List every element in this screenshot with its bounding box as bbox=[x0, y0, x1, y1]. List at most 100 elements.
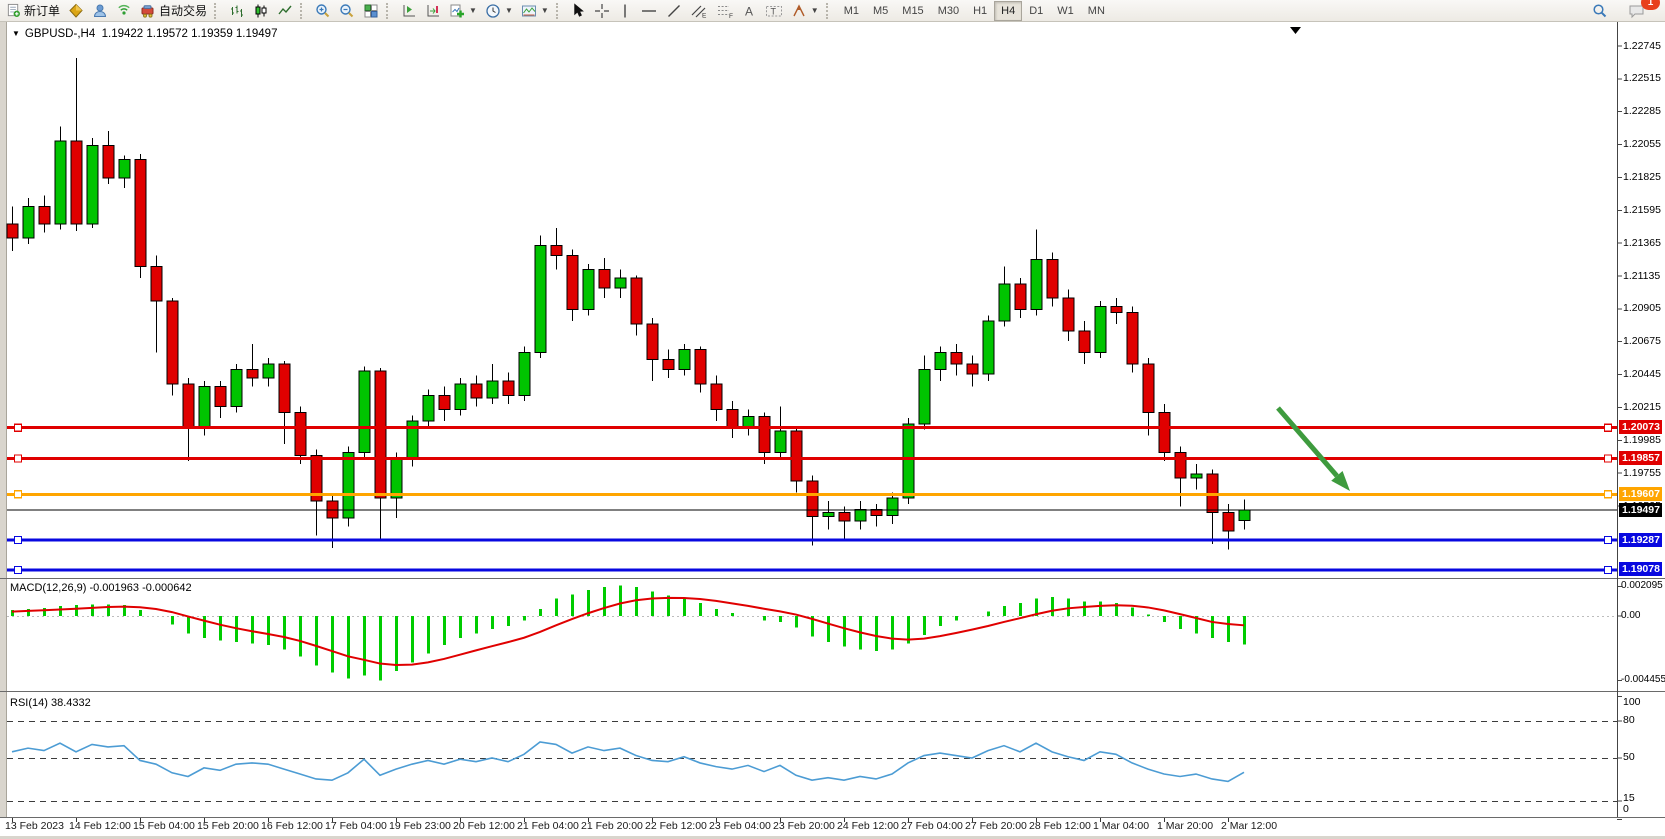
autotrading-button[interactable]: 自动交易 bbox=[136, 0, 211, 22]
new-order-button[interactable]: 新订单 bbox=[2, 0, 64, 22]
chart-dropdown-icon[interactable]: ▼ bbox=[12, 29, 20, 38]
line-handle[interactable] bbox=[15, 455, 22, 462]
text-button[interactable]: A bbox=[738, 0, 761, 22]
line-handle[interactable] bbox=[1605, 455, 1612, 462]
templates-icon bbox=[521, 3, 537, 19]
candle-body bbox=[295, 412, 306, 455]
chart-forward-icon bbox=[401, 3, 417, 19]
notifications-button[interactable]: 1 bbox=[1624, 0, 1649, 22]
candle-body bbox=[1095, 307, 1106, 353]
candle-body bbox=[439, 395, 450, 409]
crosshair-button[interactable] bbox=[590, 0, 614, 22]
zoom-out-icon bbox=[339, 3, 355, 19]
candle-chart-button[interactable] bbox=[249, 0, 273, 22]
tab-timeframe-m5[interactable]: M5 bbox=[866, 1, 895, 21]
horizontal-line-icon bbox=[640, 3, 658, 19]
tab-timeframe-mn[interactable]: MN bbox=[1081, 1, 1112, 21]
candle-body bbox=[535, 245, 546, 352]
line-handle[interactable] bbox=[1605, 537, 1612, 544]
new-order-icon bbox=[6, 3, 21, 18]
line-handle[interactable] bbox=[15, 537, 22, 544]
cursor-button[interactable] bbox=[567, 0, 590, 22]
candle-body bbox=[727, 410, 738, 427]
candle-body bbox=[999, 284, 1010, 321]
autotrading-icon bbox=[140, 3, 156, 19]
svg-text:E: E bbox=[702, 12, 707, 19]
candle-body bbox=[39, 207, 50, 224]
toolbar-grip bbox=[300, 3, 307, 19]
candle-body bbox=[1047, 260, 1058, 299]
candle-body bbox=[551, 245, 562, 255]
candle-body bbox=[519, 352, 530, 395]
annotation-arrow-shaft[interactable] bbox=[1278, 408, 1337, 476]
zoom-in-button[interactable] bbox=[311, 0, 335, 22]
equidistant-channel-icon: E bbox=[690, 3, 708, 19]
candle-body bbox=[87, 145, 98, 224]
tab-timeframe-m1[interactable]: M1 bbox=[837, 1, 866, 21]
line-handle[interactable] bbox=[15, 424, 22, 431]
candle-body bbox=[1063, 298, 1074, 331]
tab-timeframe-w1[interactable]: W1 bbox=[1050, 1, 1081, 21]
candle-body bbox=[55, 141, 66, 224]
tab-timeframe-h1[interactable]: H1 bbox=[966, 1, 994, 21]
chart-shift-marker[interactable] bbox=[1290, 27, 1301, 34]
candle-body bbox=[471, 384, 482, 398]
macd-signal-line bbox=[12, 598, 1244, 665]
candle-body bbox=[279, 364, 290, 413]
tab-timeframe-d1[interactable]: D1 bbox=[1022, 1, 1050, 21]
svg-text:T: T bbox=[770, 6, 776, 16]
zoom-out-button[interactable] bbox=[335, 0, 359, 22]
chart-plot-area[interactable] bbox=[0, 0, 1665, 839]
candle-body bbox=[919, 370, 930, 424]
candle-body bbox=[631, 278, 642, 324]
community-button[interactable] bbox=[88, 0, 112, 22]
line-handle[interactable] bbox=[15, 566, 22, 573]
rsi-label: RSI(14) 38.4332 bbox=[10, 697, 91, 709]
candle-body bbox=[743, 417, 754, 427]
arrows-button[interactable]: ▼ bbox=[787, 0, 823, 22]
text-label-button[interactable]: T bbox=[761, 0, 787, 22]
tab-timeframe-m15[interactable]: M15 bbox=[895, 1, 930, 21]
toolbar-grip bbox=[826, 3, 833, 19]
trendline-button[interactable] bbox=[662, 0, 686, 22]
news-signal-icon bbox=[116, 3, 132, 19]
chart-shift-button[interactable] bbox=[421, 0, 445, 22]
news-button[interactable] bbox=[112, 0, 136, 22]
line-handle[interactable] bbox=[1605, 491, 1612, 498]
candle-body bbox=[487, 381, 498, 398]
line-chart-icon bbox=[277, 3, 293, 19]
tab-timeframe-h4[interactable]: H4 bbox=[994, 1, 1022, 21]
horizontal-line-button[interactable] bbox=[636, 0, 662, 22]
candle-body bbox=[567, 255, 578, 309]
crosshair-icon bbox=[594, 3, 610, 19]
fibonacci-button[interactable]: F bbox=[712, 0, 738, 22]
candle-body bbox=[359, 371, 370, 452]
equidistant-channel-button[interactable]: E bbox=[686, 0, 712, 22]
periods-button[interactable]: ▼ bbox=[481, 0, 517, 22]
tab-timeframe-m30[interactable]: M30 bbox=[931, 1, 966, 21]
zoom-in-icon bbox=[315, 3, 331, 19]
add-indicator-button[interactable]: ▼ bbox=[445, 0, 481, 22]
line-chart-button[interactable] bbox=[273, 0, 297, 22]
line-handle[interactable] bbox=[1605, 424, 1612, 431]
market-button[interactable] bbox=[64, 0, 88, 22]
chart-forward-button[interactable] bbox=[397, 0, 421, 22]
bar-chart-icon bbox=[229, 3, 245, 19]
candle-body bbox=[167, 301, 178, 384]
vertical-line-button[interactable] bbox=[614, 0, 636, 22]
bar-chart-button[interactable] bbox=[225, 0, 249, 22]
text-icon: A bbox=[742, 3, 757, 19]
candle-body bbox=[247, 370, 258, 379]
line-handle[interactable] bbox=[15, 491, 22, 498]
dropdown-caret: ▼ bbox=[541, 6, 549, 15]
search-button[interactable] bbox=[1588, 0, 1612, 22]
candle-body bbox=[1079, 331, 1090, 352]
candle-body bbox=[679, 350, 690, 370]
dropdown-caret: ▼ bbox=[811, 6, 819, 15]
dropdown-caret: ▼ bbox=[469, 6, 477, 15]
templates-button[interactable]: ▼ bbox=[517, 0, 553, 22]
tile-windows-button[interactable] bbox=[359, 0, 383, 22]
search-icon bbox=[1592, 3, 1608, 19]
new-order-label: 新订单 bbox=[24, 2, 60, 19]
line-handle[interactable] bbox=[1605, 566, 1612, 573]
